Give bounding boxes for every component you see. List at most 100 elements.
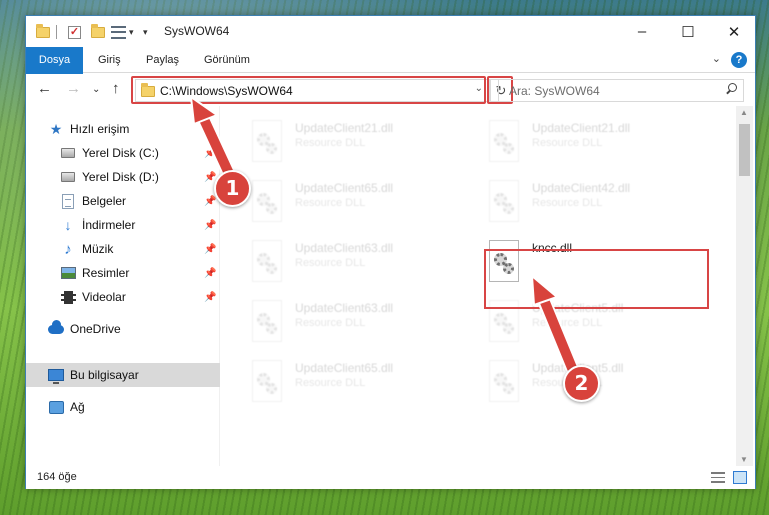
navigation-pane: ★ Hızlı erişim Yerel Disk (C:) 📌 Yerel D… bbox=[26, 106, 220, 466]
chevron-down-icon[interactable]: ▾ bbox=[129, 24, 134, 40]
ribbon: Dosya Giriş Paylaş Görünüm ⌄ ? bbox=[26, 47, 755, 99]
title-bar: ✓ ▾ ▾ SysWOW64 – ☐ ✕ bbox=[26, 16, 755, 47]
documents-icon bbox=[60, 193, 76, 209]
step-1-badge: 1 bbox=[214, 170, 251, 207]
file-list: UpdateClient21.dll Resource DLL UpdateCl… bbox=[222, 106, 736, 466]
list-item[interactable]: UpdateClient21.dll Resource DLL bbox=[249, 119, 479, 171]
onedrive-icon bbox=[48, 319, 64, 337]
dll-file-icon bbox=[249, 299, 285, 345]
list-item[interactable]: UpdateClient42.dll Resource DLL bbox=[486, 179, 716, 231]
dll-file-icon bbox=[249, 359, 285, 405]
nav-item-this-pc[interactable]: Bu bilgisayar bbox=[26, 363, 220, 387]
customize-icon[interactable] bbox=[111, 24, 126, 40]
address-highlight-box bbox=[131, 76, 486, 104]
dll-file-icon bbox=[486, 179, 522, 225]
nav-item-pictures[interactable]: Resimler 📌 bbox=[26, 261, 220, 285]
minimize-button[interactable]: – bbox=[619, 16, 665, 47]
nav-item-label: OneDrive bbox=[70, 322, 121, 336]
list-item[interactable]: UpdateClient5.dll Resource DLL bbox=[486, 359, 716, 411]
nav-item-local-disk-c[interactable]: Yerel Disk (C:) 📌 bbox=[26, 141, 220, 165]
separator bbox=[56, 24, 57, 40]
list-item[interactable]: UpdateClient65.dll Resource DLL bbox=[249, 359, 479, 411]
tab-home[interactable]: Giriş bbox=[86, 47, 133, 73]
file-name: UpdateClient42.dll bbox=[532, 181, 631, 195]
details-view-icon[interactable] bbox=[711, 472, 725, 483]
search-box[interactable]: Ara: SysWOW64 bbox=[498, 79, 744, 102]
folder-icon bbox=[36, 23, 50, 40]
file-description: Resource DLL bbox=[532, 137, 603, 149]
scroll-up-icon[interactable]: ▲ bbox=[740, 108, 748, 117]
close-button[interactable]: ✕ bbox=[711, 16, 757, 47]
pin-icon[interactable]: 📌 bbox=[204, 292, 216, 303]
file-highlight-box bbox=[484, 249, 709, 309]
back-arrow-icon[interactable]: ← bbox=[37, 80, 52, 97]
forward-arrow-icon[interactable]: → bbox=[66, 80, 81, 97]
expand-ribbon-icon[interactable]: ⌄ bbox=[712, 52, 721, 65]
step-2-badge: 2 bbox=[563, 365, 600, 402]
file-description: Resource DLL bbox=[295, 197, 366, 209]
window-title: SysWOW64 bbox=[164, 24, 230, 38]
vertical-scrollbar[interactable]: ▲ ▼ bbox=[736, 106, 753, 466]
nav-item-music[interactable]: ♪ Müzik 📌 bbox=[26, 237, 220, 261]
network-icon bbox=[48, 399, 64, 415]
file-name: UpdateClient65.dll bbox=[295, 361, 394, 375]
nav-item-onedrive[interactable]: OneDrive bbox=[26, 317, 220, 341]
nav-item-downloads[interactable]: ↓ İndirmeler 📌 bbox=[26, 213, 220, 237]
recent-locations-chevron-icon[interactable]: ⌄ bbox=[92, 84, 100, 95]
pin-icon[interactable]: 📌 bbox=[204, 196, 216, 207]
file-name: UpdateClient63.dll bbox=[295, 301, 394, 315]
list-item[interactable]: UpdateClient21.dll Resource DLL bbox=[486, 119, 716, 171]
tab-share[interactable]: Paylaş bbox=[134, 47, 191, 73]
file-description: Resource DLL bbox=[295, 377, 366, 389]
properties-check-icon[interactable]: ✓ bbox=[68, 24, 81, 40]
search-placeholder: Ara: SysWOW64 bbox=[509, 84, 600, 98]
file-description: Resource DLL bbox=[295, 257, 366, 269]
nav-item-label: Yerel Disk (D:) bbox=[82, 170, 159, 184]
dll-file-icon bbox=[249, 239, 285, 285]
downloads-icon: ↓ bbox=[64, 217, 72, 233]
nav-item-local-disk-d[interactable]: Yerel Disk (D:) 📌 bbox=[26, 165, 220, 189]
dll-file-icon bbox=[486, 119, 522, 165]
pin-icon[interactable]: 📌 bbox=[204, 244, 216, 255]
nav-item-label: Bu bilgisayar bbox=[70, 368, 139, 382]
pin-icon[interactable]: 📌 bbox=[204, 220, 216, 231]
file-explorer-window: ✓ ▾ ▾ SysWOW64 – ☐ ✕ Dosya Giriş Paylaş … bbox=[25, 15, 756, 489]
new-folder-icon[interactable] bbox=[91, 23, 105, 40]
list-item[interactable]: UpdateClient63.dll Resource DLL bbox=[249, 239, 479, 291]
file-name: UpdateClient21.dll bbox=[295, 121, 394, 135]
pin-icon[interactable]: 📌 bbox=[204, 268, 216, 279]
file-description: Resource DLL bbox=[532, 317, 603, 329]
up-arrow-icon[interactable]: ↑ bbox=[112, 80, 120, 97]
scrollbar-thumb[interactable] bbox=[739, 124, 750, 176]
dll-file-icon bbox=[249, 179, 285, 225]
quick-access-toolbar-dropdown[interactable]: ▾ bbox=[143, 24, 148, 40]
list-item[interactable]: UpdateClient65.dll Resource DLL bbox=[249, 179, 479, 231]
nav-item-label: Hızlı erişim bbox=[70, 122, 130, 136]
pin-icon[interactable]: 📌 bbox=[204, 148, 216, 159]
nav-item-label: Resimler bbox=[82, 266, 130, 280]
large-icons-view-icon[interactable] bbox=[733, 471, 747, 484]
nav-item-label: Belgeler bbox=[82, 194, 127, 208]
maximize-button[interactable]: ☐ bbox=[665, 16, 711, 47]
music-icon: ♪ bbox=[64, 240, 72, 258]
computer-icon bbox=[48, 367, 64, 384]
list-item[interactable]: UpdateClient63.dll Resource DLL bbox=[249, 299, 479, 351]
scroll-down-icon[interactable]: ▼ bbox=[740, 455, 748, 464]
file-description: Resource DLL bbox=[532, 197, 603, 209]
search-icon[interactable] bbox=[725, 83, 737, 95]
nav-item-documents[interactable]: Belgeler 📌 bbox=[26, 189, 220, 213]
navigation-bar: ← → ⌄ ↑ C:\Windows\SysWOW64 ⌄ ↻ Ara: Sys… bbox=[26, 74, 755, 106]
dll-file-icon bbox=[486, 359, 522, 405]
file-description: Resource DLL bbox=[295, 137, 366, 149]
nav-item-quick-access[interactable]: ★ Hızlı erişim bbox=[26, 117, 220, 141]
help-button[interactable]: ? bbox=[731, 52, 747, 68]
star-icon: ★ bbox=[49, 120, 63, 137]
nav-item-videos[interactable]: Videolar 📌 bbox=[26, 285, 220, 309]
file-name: UpdateClient63.dll bbox=[295, 241, 394, 255]
tab-view[interactable]: Görünüm bbox=[192, 47, 262, 73]
videos-icon bbox=[60, 289, 76, 305]
nav-item-network[interactable]: Ağ bbox=[26, 395, 220, 419]
pictures-icon bbox=[60, 265, 76, 281]
file-name: UpdateClient65.dll bbox=[295, 181, 394, 195]
item-count: 164 öğe bbox=[37, 471, 77, 483]
